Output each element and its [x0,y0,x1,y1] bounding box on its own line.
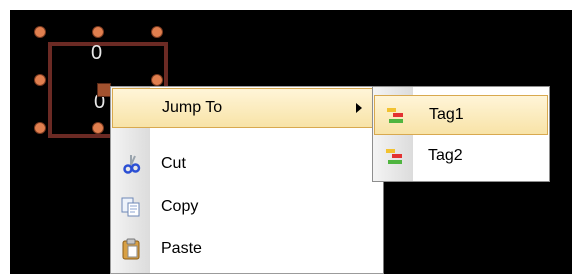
resize-handle-top-left[interactable] [34,26,46,38]
resize-handle-top-right[interactable] [151,26,163,38]
resize-handle-bottom-left[interactable] [34,122,46,134]
jump-to-submenu: Tag1 Tag2 [372,86,550,182]
submenu-item-label: Tag2 [428,147,463,164]
scissors-icon [123,155,141,174]
submenu-item-tag1[interactable]: Tag1 [374,95,548,135]
menu-item-copy[interactable]: Copy [112,188,382,228]
submenu-arrow-icon [356,103,362,113]
menu-item-label: Paste [161,240,202,257]
resize-handle-top[interactable] [92,26,104,38]
submenu-item-label: Tag1 [429,106,464,123]
menu-item-label: Copy [161,198,199,215]
resize-handle-left[interactable] [34,74,46,86]
tag-icon [387,108,403,123]
resize-handle-right[interactable] [151,74,163,86]
window-frame: 0 0 Jump To Cut Copy Paste Tag1 Tag2 [0,0,572,274]
context-menu: Jump To Cut Copy Paste [110,86,384,274]
clipboard-icon [122,238,140,260]
menu-item-jump-to[interactable]: Jump To [112,88,382,128]
menu-item-paste[interactable]: Paste [112,230,382,270]
menu-item-label: Jump To [162,99,223,116]
menu-item-cut[interactable]: Cut [112,145,382,185]
tag-icon [386,149,402,164]
menu-item-label: Cut [161,155,186,172]
shape-anchor-handle[interactable] [97,83,111,97]
submenu-item-tag2[interactable]: Tag2 [374,137,548,177]
shape-label-top: 0 [91,42,103,64]
resize-handle-bottom[interactable] [92,122,104,134]
copy-icon [121,197,140,217]
